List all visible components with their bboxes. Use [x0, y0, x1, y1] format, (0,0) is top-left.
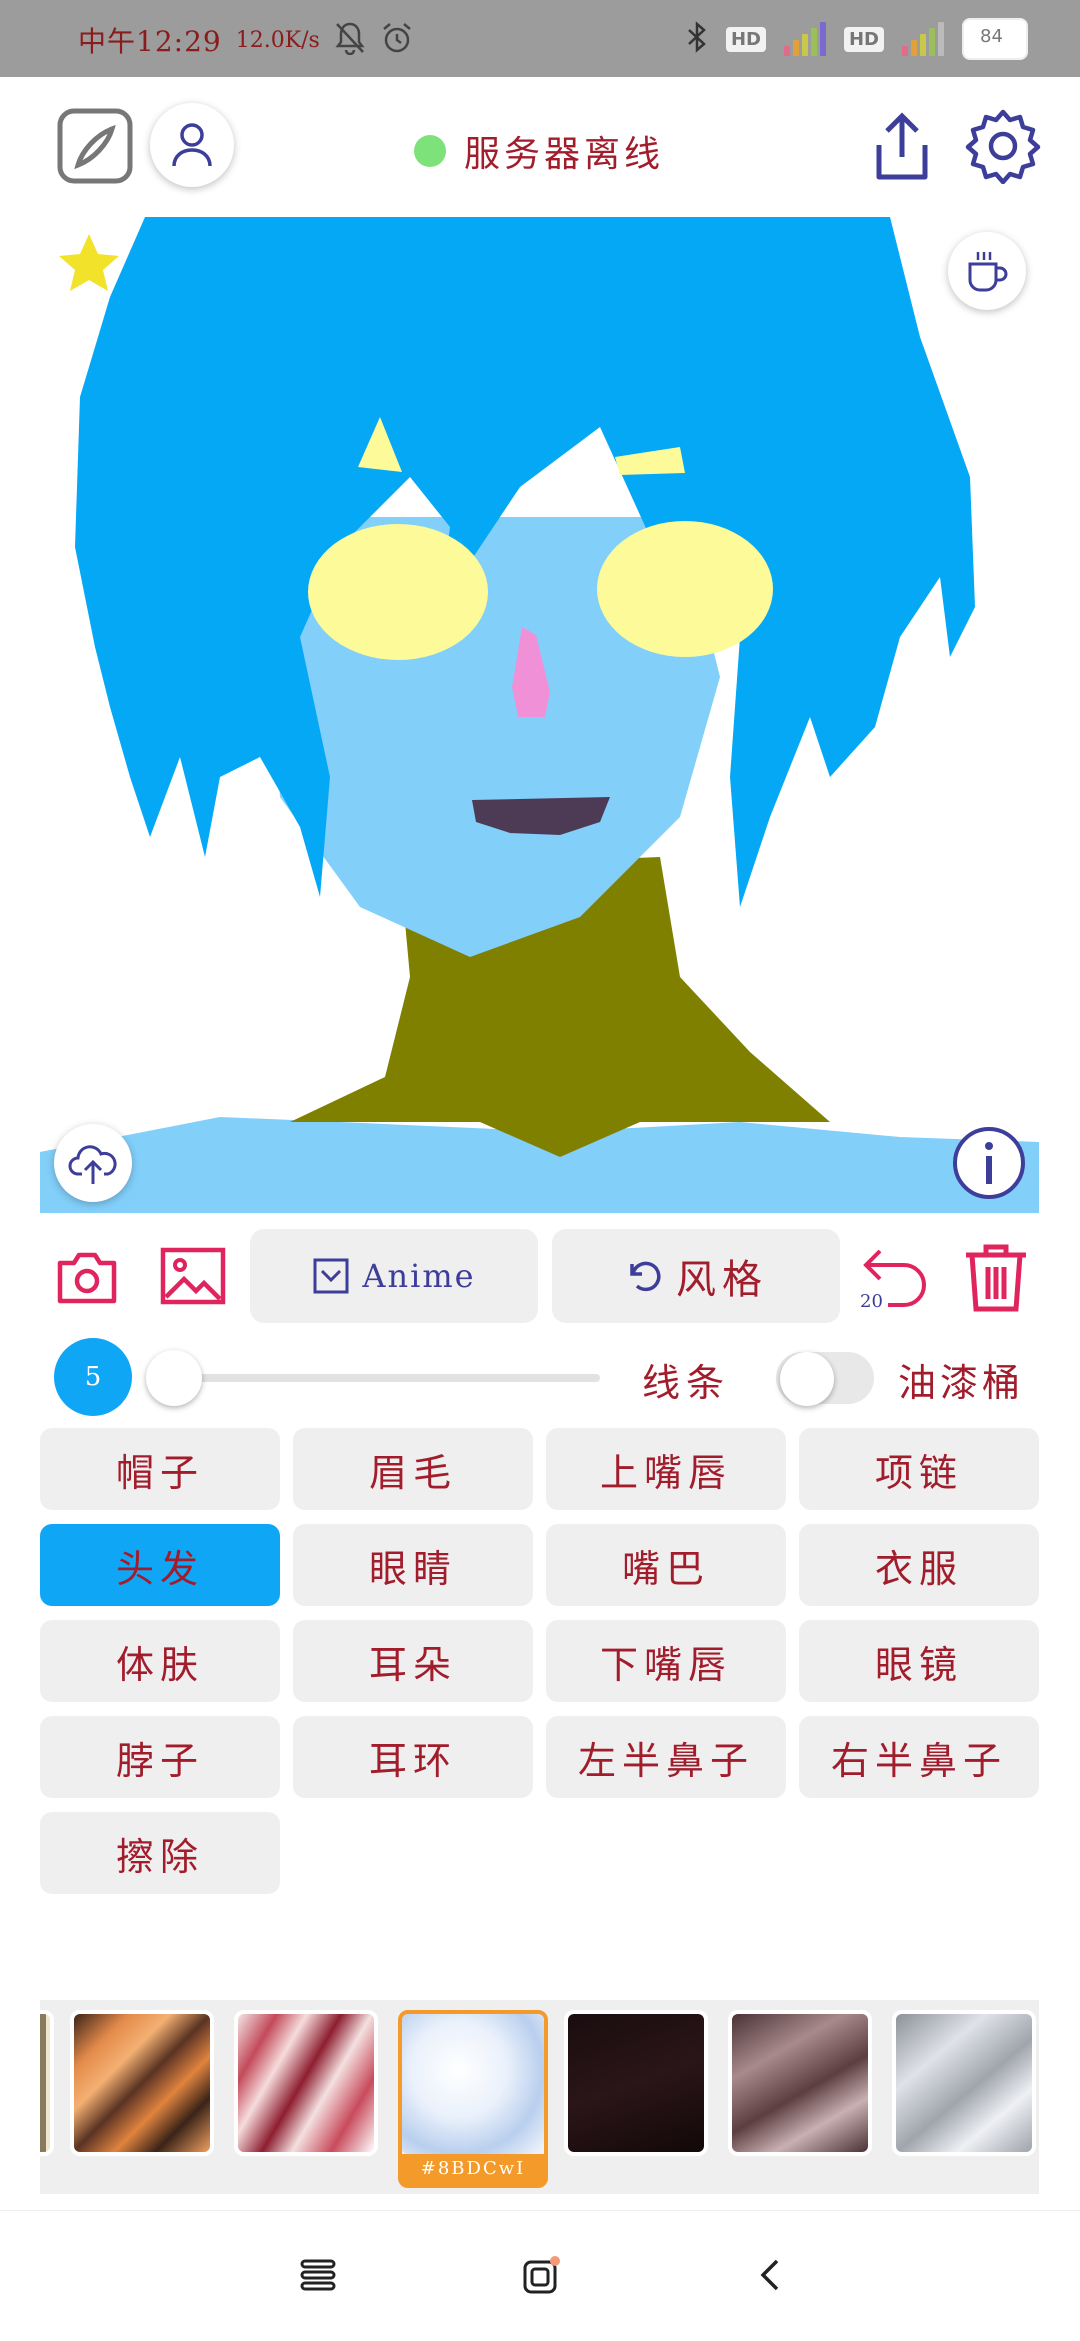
trash-icon	[966, 1244, 1026, 1312]
checkbox-icon	[313, 1258, 349, 1294]
camera-button[interactable]	[56, 1249, 118, 1309]
delete-button[interactable]	[962, 1241, 1030, 1317]
toggle-knob	[780, 1352, 834, 1406]
parts-grid: 帽子 眉毛 上嘴唇 项链 头发 眼睛 嘴巴 衣服 体肤 耳朵 下嘴唇 眼镜 脖子…	[40, 1428, 1040, 1894]
server-status: 服务器离线	[414, 125, 664, 177]
gear-icon	[965, 109, 1041, 184]
user-button[interactable]	[150, 103, 234, 187]
favorite-star-icon[interactable]	[56, 232, 122, 298]
edit-icon	[57, 108, 133, 184]
part-clothes[interactable]: 衣服	[799, 1524, 1039, 1606]
user-icon	[172, 123, 212, 167]
cloud-upload-button[interactable]	[54, 1124, 132, 1202]
menu-icon	[300, 2259, 336, 2291]
texture-thumb[interactable]	[728, 2010, 872, 2156]
part-glasses[interactable]: 眼镜	[799, 1620, 1039, 1702]
part-upper-lip[interactable]: 上嘴唇	[546, 1428, 786, 1510]
cloud-upload-icon	[68, 1145, 117, 1184]
edit-button[interactable]	[56, 107, 134, 185]
info-icon	[953, 1127, 1025, 1199]
brush-size-slider[interactable]	[164, 1374, 600, 1382]
texture-thumb[interactable]	[70, 2010, 214, 2156]
settings-button[interactable]	[964, 107, 1042, 185]
part-erase[interactable]: 擦除	[40, 1812, 280, 1894]
anime-mode-button[interactable]: Anime	[250, 1229, 538, 1323]
brush-size-slider-thumb[interactable]	[146, 1350, 202, 1406]
part-necklace[interactable]: 项链	[799, 1428, 1039, 1510]
texture-caption: #8BDCwI	[402, 2154, 544, 2184]
nav-menu-button[interactable]	[288, 2245, 348, 2305]
toolbar: Anime 风格 20	[0, 1225, 1080, 1335]
part-ears[interactable]: 耳朵	[293, 1620, 533, 1702]
back-icon	[760, 2259, 779, 2291]
part-skin[interactable]: 体肤	[40, 1620, 280, 1702]
home-icon	[523, 2256, 560, 2294]
part-eyebrows[interactable]: 眉毛	[293, 1428, 533, 1510]
undo-count: 20	[860, 1291, 883, 1312]
refresh-icon	[630, 1261, 661, 1292]
eye-left	[308, 524, 488, 660]
part-lower-lip[interactable]: 下嘴唇	[546, 1620, 786, 1702]
brush-controls: 5 线条 油漆桶	[0, 1338, 1080, 1418]
part-eyes[interactable]: 眼睛	[293, 1524, 533, 1606]
hd-badge-2: HD	[843, 26, 884, 52]
anime-label: Anime	[362, 1257, 476, 1295]
info-button[interactable]	[952, 1126, 1026, 1204]
status-time: 中午12:29	[78, 25, 222, 58]
texture-strip: #8BDCwI	[40, 2000, 1039, 2194]
brush-size-badge: 5	[54, 1338, 132, 1416]
undo-button[interactable]	[858, 1245, 938, 1325]
nav-home-button[interactable]	[512, 2245, 572, 2305]
part-earrings[interactable]: 耳环	[293, 1716, 533, 1798]
paint-bucket-label: 油漆桶	[898, 1361, 1025, 1405]
part-right-nose[interactable]: 右半鼻子	[799, 1716, 1039, 1798]
battery-icon: 84	[962, 18, 1028, 60]
texture-thumb[interactable]	[40, 2010, 54, 2156]
style-button[interactable]: 风格	[552, 1229, 840, 1323]
texture-thumb[interactable]	[892, 2010, 1036, 2156]
status-bar: 中午12:29 12.0K/s HD HD 84	[0, 0, 1080, 77]
nav-back-button[interactable]	[740, 2245, 800, 2305]
drawing-canvas[interactable]	[40, 217, 1039, 1213]
paint-bucket-toggle[interactable]	[776, 1352, 874, 1406]
line-mode-label: 线条	[642, 1361, 731, 1405]
status-net-speed: 12.0K/s	[235, 27, 320, 53]
bell-off-icon	[334, 21, 366, 59]
part-neck[interactable]: 脖子	[40, 1716, 280, 1798]
signal-icon	[783, 22, 826, 56]
texture-thumb[interactable]	[234, 2010, 378, 2156]
app-header: 服务器离线	[0, 77, 1080, 217]
battery-level: 84	[980, 26, 1003, 47]
hd-badge: HD	[725, 26, 766, 52]
signal-icon-2	[902, 22, 944, 56]
alarm-icon	[380, 21, 414, 59]
image-icon	[160, 1247, 226, 1305]
share-icon	[876, 112, 928, 180]
part-hat[interactable]: 帽子	[40, 1428, 280, 1510]
part-mouth[interactable]: 嘴巴	[546, 1524, 786, 1606]
eye-right	[597, 521, 773, 657]
bluetooth-icon	[686, 20, 708, 58]
part-hair[interactable]: 头发	[40, 1524, 280, 1606]
system-nav-bar	[0, 2210, 1080, 2341]
coffee-button[interactable]	[948, 232, 1026, 310]
server-status-text: 服务器离线	[464, 134, 665, 175]
coffee-icon	[968, 252, 1008, 292]
style-label: 风格	[676, 1257, 768, 1303]
segmentation-drawing	[40, 217, 1039, 1213]
gallery-button[interactable]	[160, 1247, 226, 1309]
status-dot	[414, 135, 446, 167]
texture-thumb[interactable]	[564, 2010, 708, 2156]
camera-icon	[57, 1252, 117, 1304]
part-left-nose[interactable]: 左半鼻子	[546, 1716, 786, 1798]
texture-thumb-selected[interactable]: #8BDCwI	[398, 2010, 548, 2188]
share-button[interactable]	[866, 109, 938, 187]
